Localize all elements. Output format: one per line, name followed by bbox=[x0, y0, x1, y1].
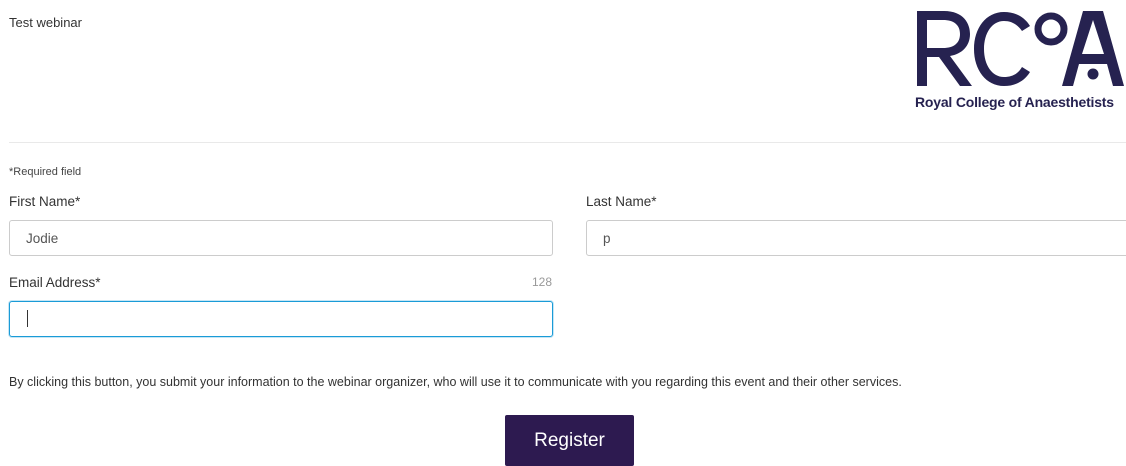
email-label: Email Address* bbox=[9, 275, 101, 290]
registration-page: Test webinar Royal College of Anaestheti… bbox=[0, 0, 1126, 466]
rcoa-logo: Royal College of Anaesthetists bbox=[912, 6, 1126, 122]
webinar-title: Test webinar bbox=[9, 15, 82, 30]
rcoa-logo-tagline: Royal College of Anaesthetists bbox=[915, 94, 1114, 110]
text-caret bbox=[27, 310, 28, 327]
last-name-input[interactable] bbox=[586, 220, 1126, 256]
email-field-wrapper bbox=[9, 301, 553, 337]
consent-disclaimer: By clicking this button, you submit your… bbox=[9, 375, 902, 389]
rcoa-logo-mark bbox=[917, 11, 1124, 86]
required-field-note: *Required field bbox=[9, 166, 82, 178]
last-name-label: Last Name* bbox=[586, 194, 657, 209]
register-button[interactable]: Register bbox=[505, 415, 634, 466]
email-input[interactable] bbox=[9, 301, 553, 337]
header-divider bbox=[9, 142, 1126, 143]
email-char-counter: 128 bbox=[532, 275, 553, 289]
first-name-label: First Name* bbox=[9, 194, 81, 209]
first-name-input[interactable] bbox=[9, 220, 553, 256]
